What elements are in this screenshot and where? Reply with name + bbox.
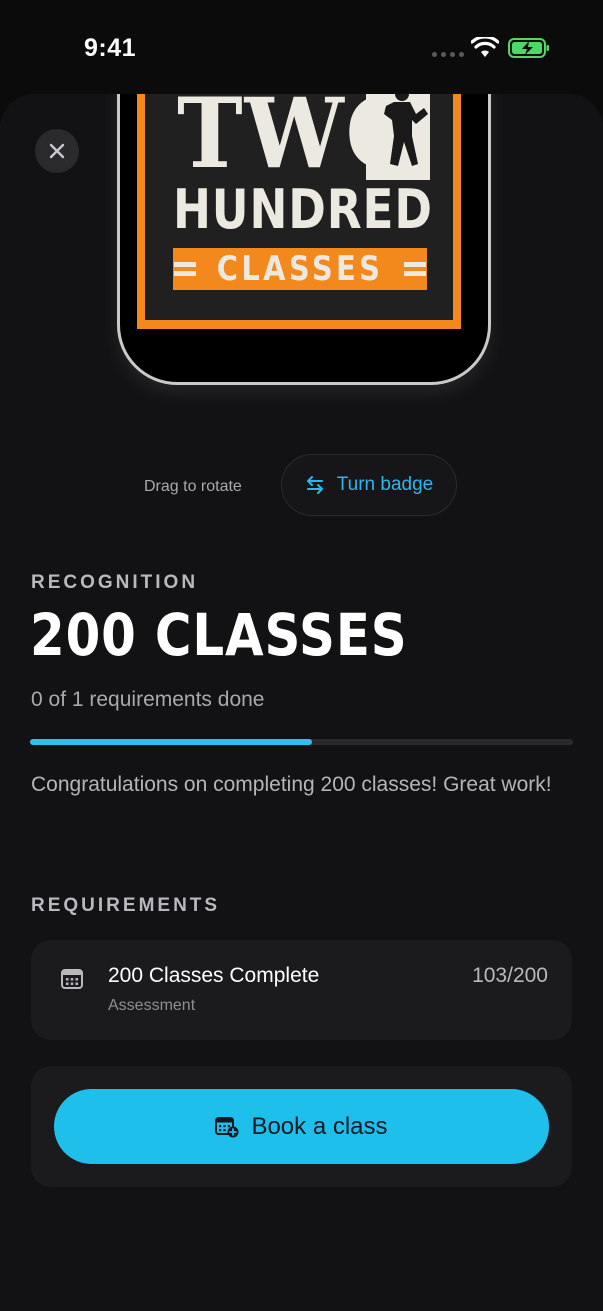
progress-bar-fill bbox=[30, 739, 313, 745]
requirement-item[interactable]: 200 Classes Complete Assessment 103/200 bbox=[31, 940, 572, 1040]
badge-description: Congratulations on completing 200 classe… bbox=[31, 773, 552, 796]
boxer-silhouette-icon bbox=[384, 94, 428, 166]
calendar-icon bbox=[61, 969, 83, 989]
badge-detail-sheet: TWO HUNDRED CLASSES Drag to rotate Turn … bbox=[0, 94, 603, 1311]
close-button[interactable] bbox=[35, 129, 79, 173]
section-label-requirements: REQUIREMENTS bbox=[31, 895, 221, 916]
requirements-progress-text: 0 of 1 requirements done bbox=[31, 688, 265, 711]
ribbon-stripes-right bbox=[404, 262, 427, 276]
swap-arrows-icon bbox=[306, 476, 323, 494]
drag-to-rotate-hint: Drag to rotate bbox=[144, 478, 242, 495]
status-time: 9:41 bbox=[84, 34, 137, 62]
requirement-title: 200 Classes Complete bbox=[108, 964, 320, 987]
battery-charging-icon bbox=[508, 38, 549, 58]
badge-text-hundred: HUNDRED bbox=[173, 178, 433, 241]
requirement-count: 103/200 bbox=[472, 964, 548, 987]
requirement-subtitle: Assessment bbox=[108, 997, 196, 1014]
badge-ribbon: CLASSES bbox=[173, 248, 427, 290]
close-icon bbox=[49, 143, 65, 159]
book-class-label: Book a class bbox=[251, 1112, 388, 1140]
calendar-add-icon bbox=[215, 1116, 239, 1137]
progress-bar bbox=[30, 739, 573, 745]
wifi-icon bbox=[471, 37, 499, 57]
section-label-recognition: RECOGNITION bbox=[31, 572, 199, 593]
turn-badge-button[interactable]: Turn badge bbox=[281, 454, 457, 516]
status-bar: 9:41 bbox=[0, 0, 603, 94]
book-class-button[interactable]: Book a class bbox=[54, 1089, 549, 1164]
ribbon-stripes-left bbox=[173, 262, 196, 276]
turn-badge-label: Turn badge bbox=[336, 474, 434, 495]
action-card: Book a class bbox=[31, 1066, 572, 1187]
page-title: 200 CLASSES bbox=[30, 601, 408, 669]
badge-text-classes: CLASSES bbox=[216, 249, 384, 289]
rotate-controls: Drag to rotate Turn badge bbox=[0, 454, 603, 520]
badge-3d-view[interactable]: TWO HUNDRED CLASSES bbox=[117, 94, 491, 385]
cellular-signal-icon bbox=[432, 52, 464, 57]
